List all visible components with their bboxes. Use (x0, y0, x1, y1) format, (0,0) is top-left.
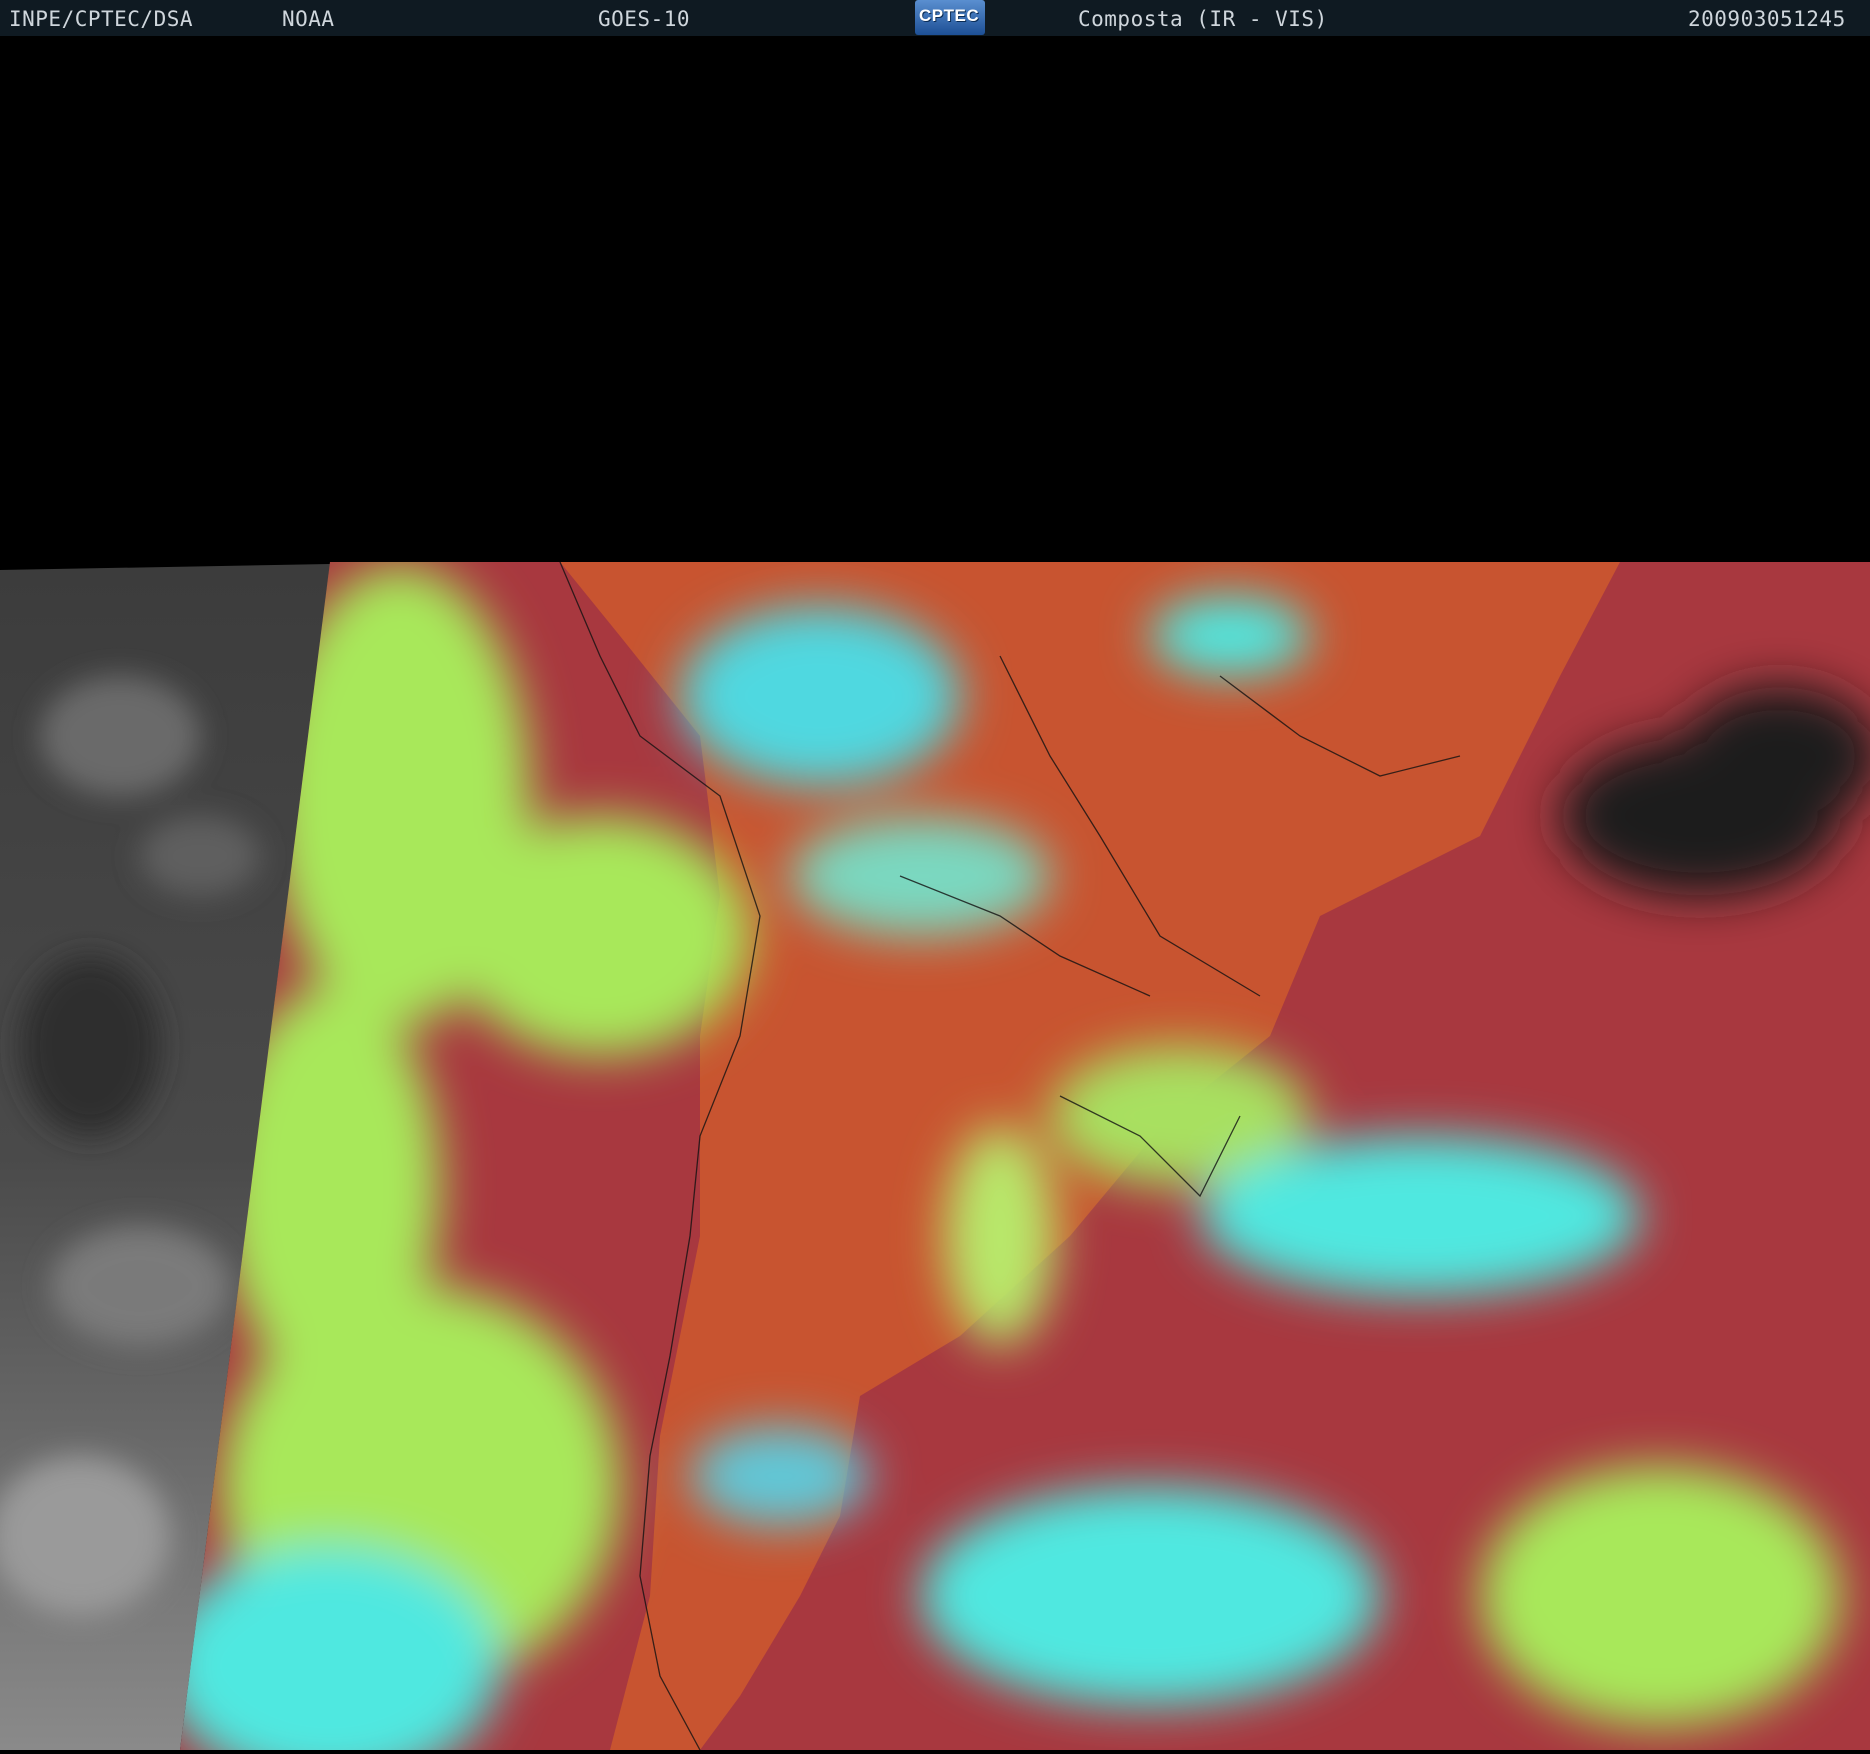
satellite-label: GOES-10 (598, 7, 691, 31)
timestamp-label: 200903051245 (1688, 7, 1846, 31)
product-label: Composta (IR - VIS) (1078, 7, 1328, 31)
satellite-image (0, 36, 1870, 1750)
source-label: NOAA (282, 7, 335, 31)
logo-text: CPTEC (919, 6, 980, 25)
agency-label: INPE/CPTEC/DSA (9, 7, 194, 31)
color-composite-region (180, 562, 1870, 1750)
cptec-logo: CPTEC (915, 0, 985, 35)
satellite-composite-svg (0, 36, 1870, 1750)
image-header-bar: INPE/CPTEC/DSA NOAA GOES-10 CPTEC Compos… (0, 0, 1870, 36)
